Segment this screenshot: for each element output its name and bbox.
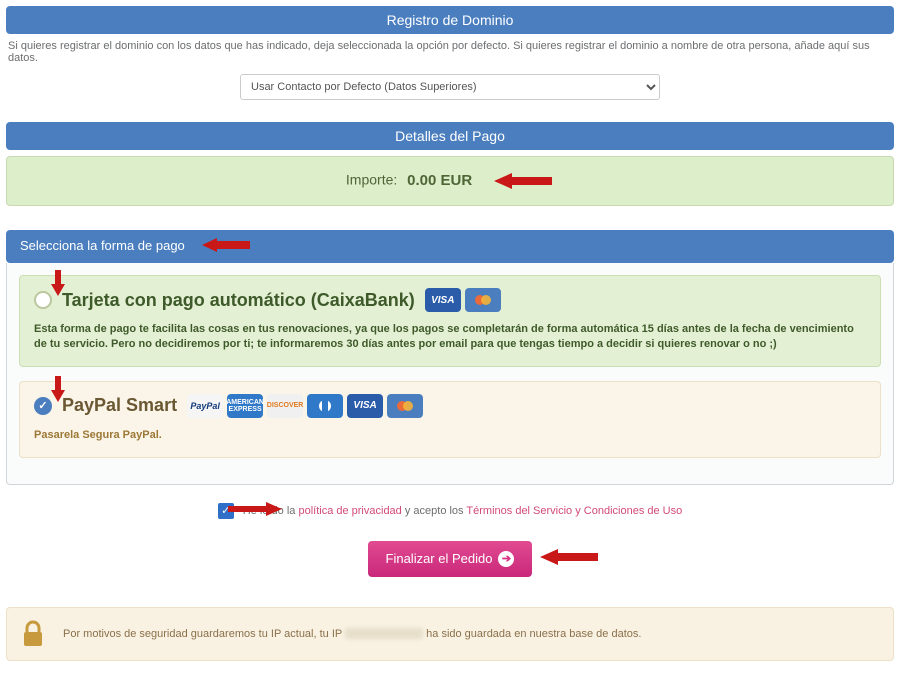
terms-text-mid: y acepto los — [402, 504, 467, 516]
terms-row: ✓ He leído la política de privacidad y a… — [6, 503, 894, 519]
annotation-arrow-option1 — [50, 270, 66, 299]
payment-option-paypal-label: PayPal Smart — [62, 395, 177, 416]
payment-method-panel: Tarjeta con pago automático (CaixaBank) … — [6, 263, 894, 485]
ip-notice-post: ha sido guardada en nuestra base de dato… — [423, 628, 641, 640]
mastercard-icon-2 — [387, 394, 423, 418]
payment-option-caixabank-label: Tarjeta con pago automático (CaixaBank) — [62, 290, 415, 311]
annotation-arrow-terms — [226, 499, 282, 522]
payment-option-caixabank-desc: Esta forma de pago te facilita las cosas… — [34, 322, 866, 352]
amount-value: 0.00 EUR — [407, 172, 472, 189]
annotation-arrow-button — [540, 547, 600, 570]
finalize-order-button[interactable]: Finalizar el Pedido ➔ — [368, 541, 533, 577]
lock-icon — [21, 620, 45, 648]
payment-option-caixabank[interactable]: Tarjeta con pago automático (CaixaBank) … — [19, 275, 881, 367]
payment-option-paypal-desc: Pasarela Segura PayPal. — [34, 428, 866, 443]
annotation-arrow-option2 — [50, 376, 66, 405]
arrow-right-icon: ➔ — [498, 551, 514, 567]
annotation-arrow-amount — [494, 171, 554, 191]
domain-registration-note: Si quieres registrar el dominio con los … — [6, 34, 894, 74]
paypal-icon: PayPal — [187, 394, 223, 418]
tos-link[interactable]: Términos del Servicio y Condiciones de U… — [466, 504, 682, 516]
contact-select[interactable]: Usar Contacto por Defecto (Datos Superio… — [240, 74, 660, 100]
diners-icon — [307, 394, 343, 418]
caixa-badges: VISA — [425, 288, 501, 312]
amount-label: Importe: — [346, 172, 397, 188]
header-payment-details: Detalles del Pago — [6, 122, 894, 150]
visa-icon-2: VISA — [347, 394, 383, 418]
header-payment-method: Selecciona la forma de pago — [6, 230, 894, 263]
annotation-arrow-method-title — [202, 236, 252, 257]
ip-notice-pre: Por motivos de seguridad guardaremos tu … — [63, 628, 345, 640]
paypal-badges: PayPal AMERICANEXPRESS DISCOVER VISA — [187, 394, 423, 418]
ip-redacted — [345, 628, 423, 639]
ip-notice-text: Por motivos de seguridad guardaremos tu … — [63, 628, 641, 640]
finalize-order-label: Finalizar el Pedido — [386, 551, 493, 566]
ip-security-notice: Por motivos de seguridad guardaremos tu … — [6, 607, 894, 661]
payment-option-paypal[interactable]: PayPal Smart PayPal AMERICANEXPRESS DISC… — [19, 381, 881, 458]
privacy-policy-link[interactable]: política de privacidad — [298, 504, 401, 516]
visa-icon: VISA — [425, 288, 461, 312]
payment-amount-panel: Importe: 0.00 EUR — [6, 156, 894, 206]
header-domain-registration: Registro de Dominio — [6, 6, 894, 34]
payment-method-title: Selecciona la forma de pago — [20, 238, 185, 253]
mastercard-icon — [465, 288, 501, 312]
discover-icon: DISCOVER — [267, 394, 303, 418]
amex-icon: AMERICANEXPRESS — [227, 394, 263, 418]
